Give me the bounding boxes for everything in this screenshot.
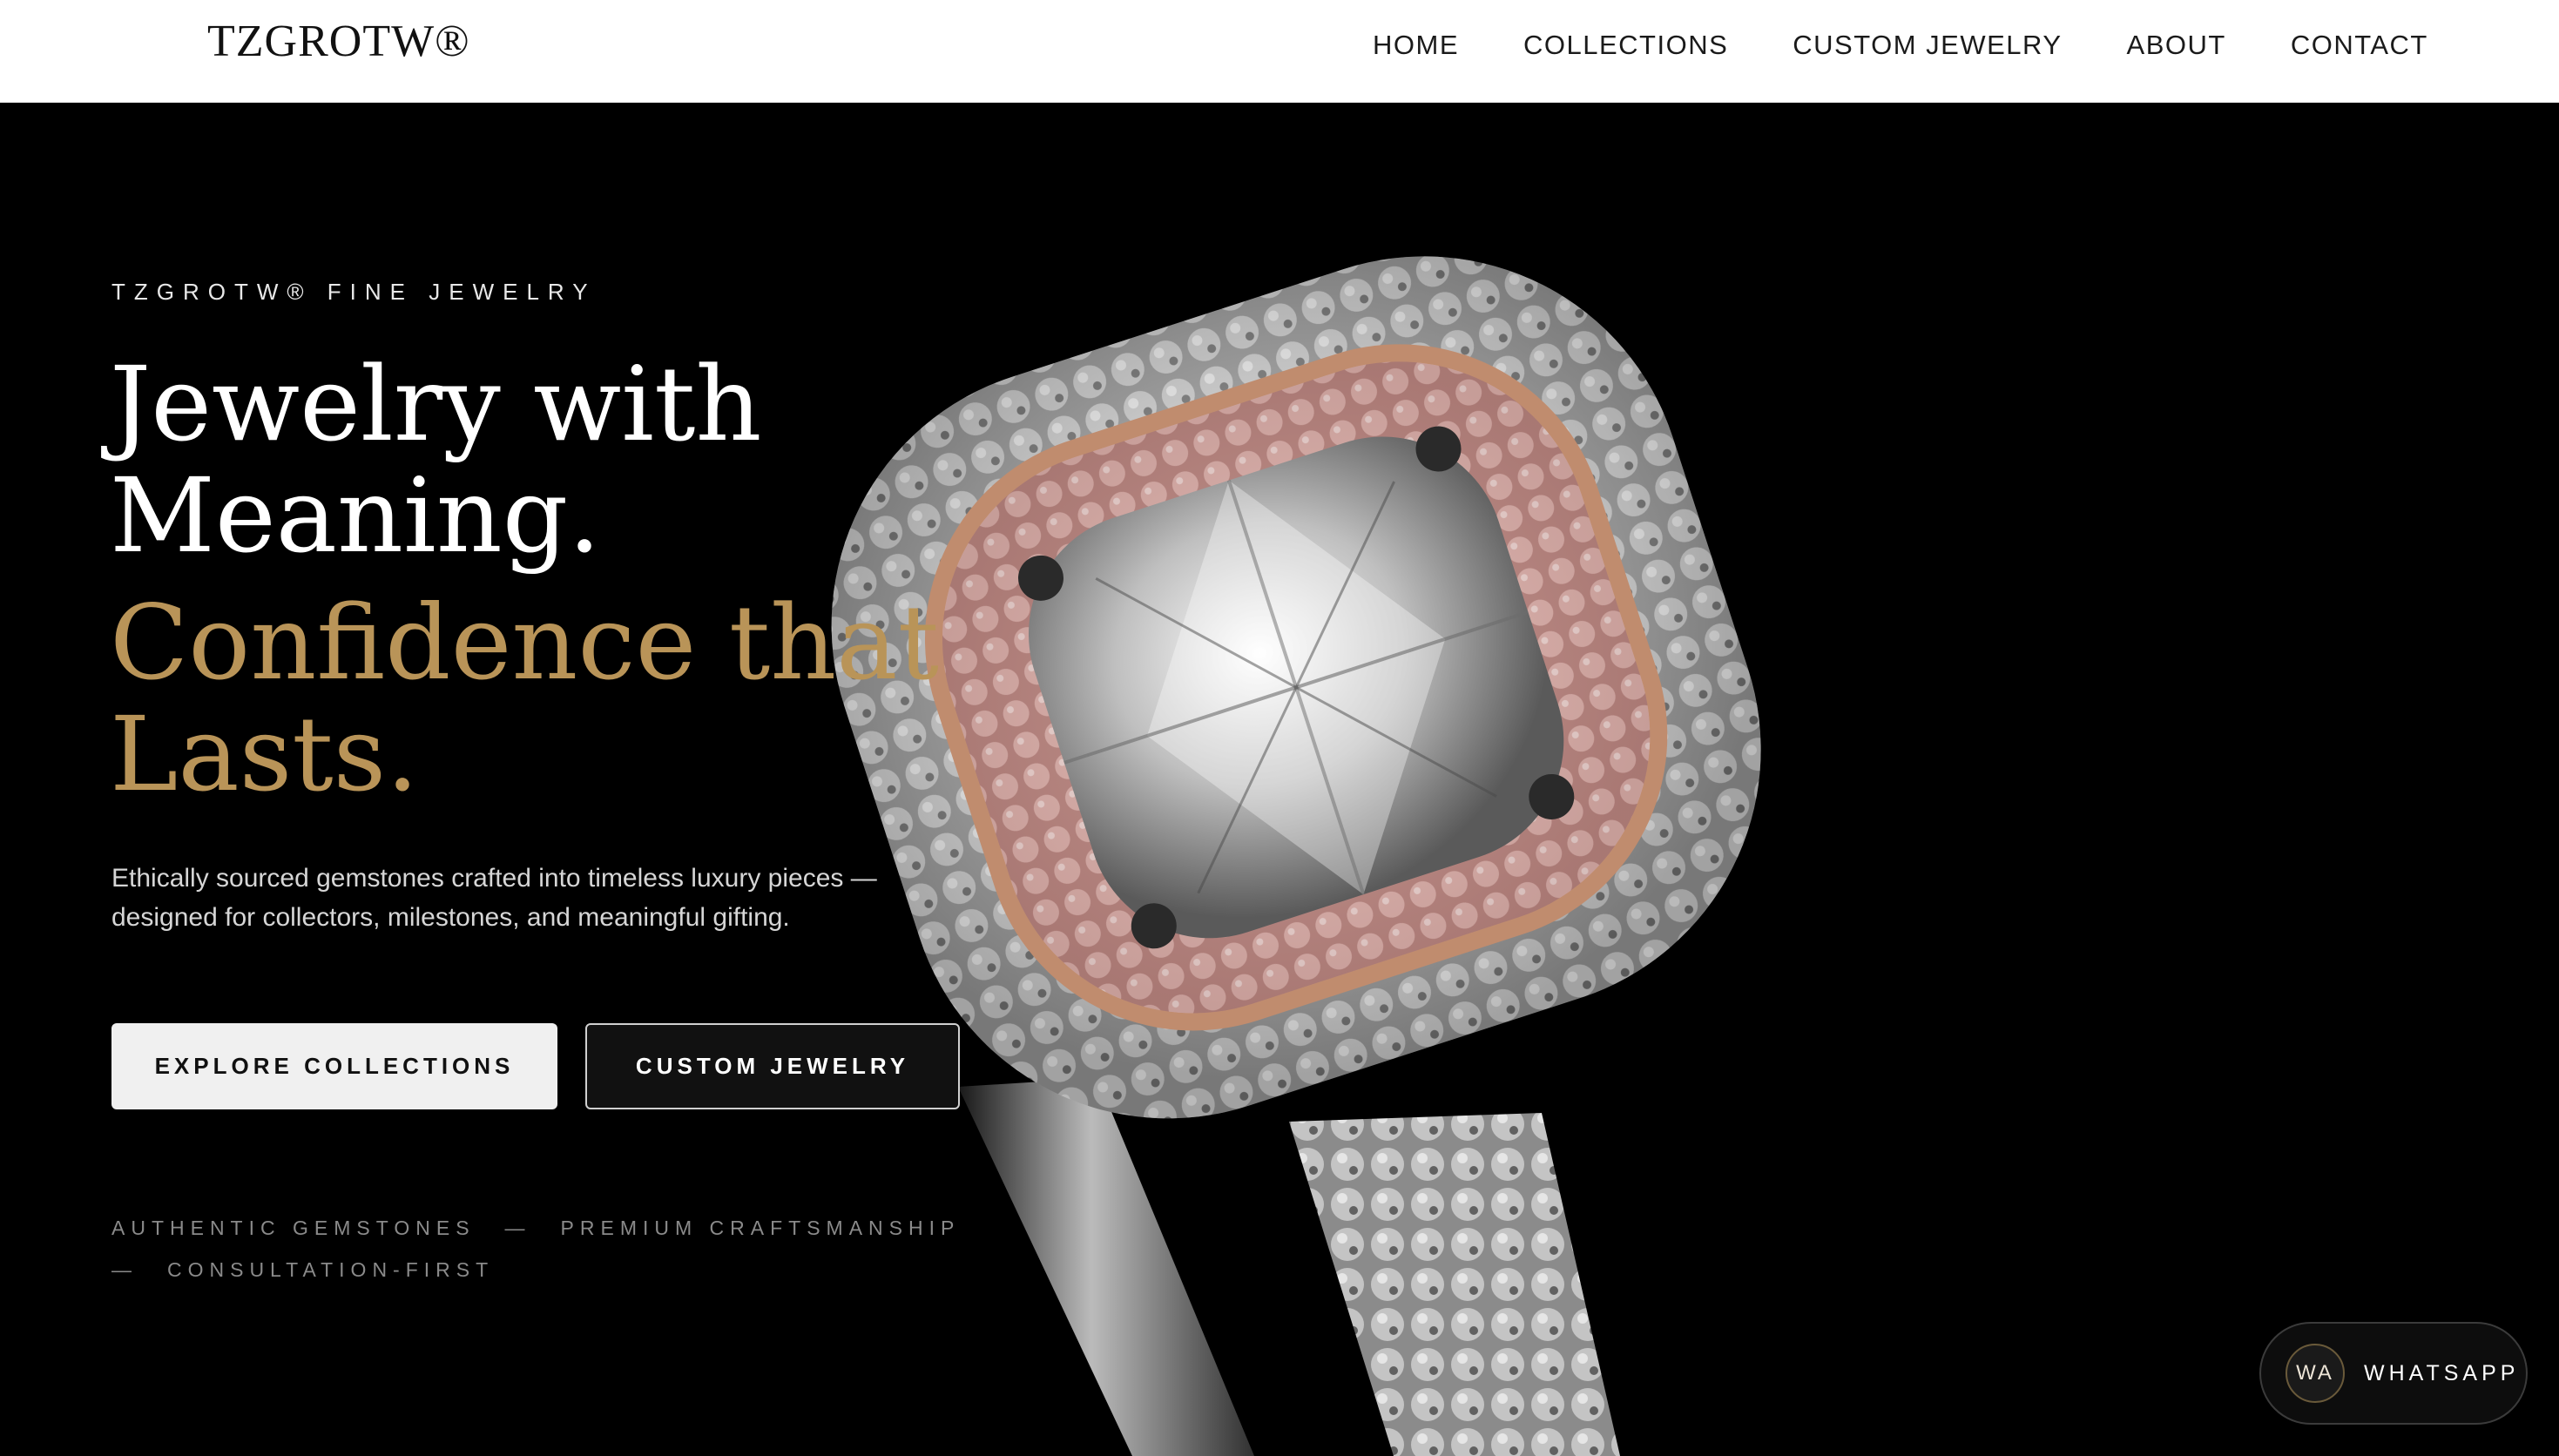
hero-accent-line-1: Confidence that (110, 583, 940, 703)
trust-badges: AUTHENTIC GEMSTONES — PREMIUM CRAFTSMANS… (111, 1207, 960, 1291)
custom-jewelry-button[interactable]: CUSTOM JEWELRY (585, 1023, 960, 1109)
main-menu: HOME COLLECTIONS CUSTOM JEWELRY ABOUT CO… (1373, 30, 2428, 61)
nav-contact-link[interactable]: CONTACT (2291, 30, 2428, 61)
hero-headline-line-2: Meaning. (110, 455, 601, 576)
trust-consultation-first: CONSULTATION-FIRST (167, 1257, 495, 1281)
hero-headline-line-1: Jewelry with (110, 344, 762, 464)
top-navigation: TZGROTW® HOME COLLECTIONS CUSTOM JEWELRY… (0, 0, 2559, 103)
nav-home-link[interactable]: HOME (1373, 30, 1459, 61)
trust-authentic-gemstones: AUTHENTIC GEMSTONES (111, 1216, 476, 1239)
hero-section: TZGROTW® FINE JEWELRY Jewelry with Meani… (0, 103, 2559, 1456)
trust-separator: — (111, 1257, 138, 1281)
whatsapp-icon: WA (2286, 1344, 2345, 1403)
whatsapp-button[interactable]: WA WHATSAPP (2259, 1322, 2528, 1425)
hero-accent-headline: Confidence that Lasts. (110, 587, 939, 810)
hero-subtext: Ethically sourced gemstones crafted into… (111, 864, 877, 932)
hero-accent-line-2: Lasts. (110, 694, 419, 814)
trust-separator: — (504, 1216, 531, 1239)
hero-headline: Jewelry with Meaning. (110, 348, 761, 571)
whatsapp-label: WHATSAPP (2364, 1360, 2520, 1385)
nav-collections-link[interactable]: COLLECTIONS (1523, 30, 1728, 61)
trust-premium-craftsmanship: PREMIUM CRAFTSMANSHIP (560, 1216, 961, 1239)
nav-about-link[interactable]: ABOUT (2127, 30, 2226, 61)
nav-custom-jewelry-link[interactable]: CUSTOM JEWELRY (1793, 30, 2062, 61)
brand-logo[interactable]: TZGROTW® (207, 16, 470, 67)
explore-collections-button[interactable]: EXPLORE COLLECTIONS (111, 1023, 557, 1109)
hero-eyebrow: TZGROTW® FINE JEWELRY (111, 279, 597, 305)
